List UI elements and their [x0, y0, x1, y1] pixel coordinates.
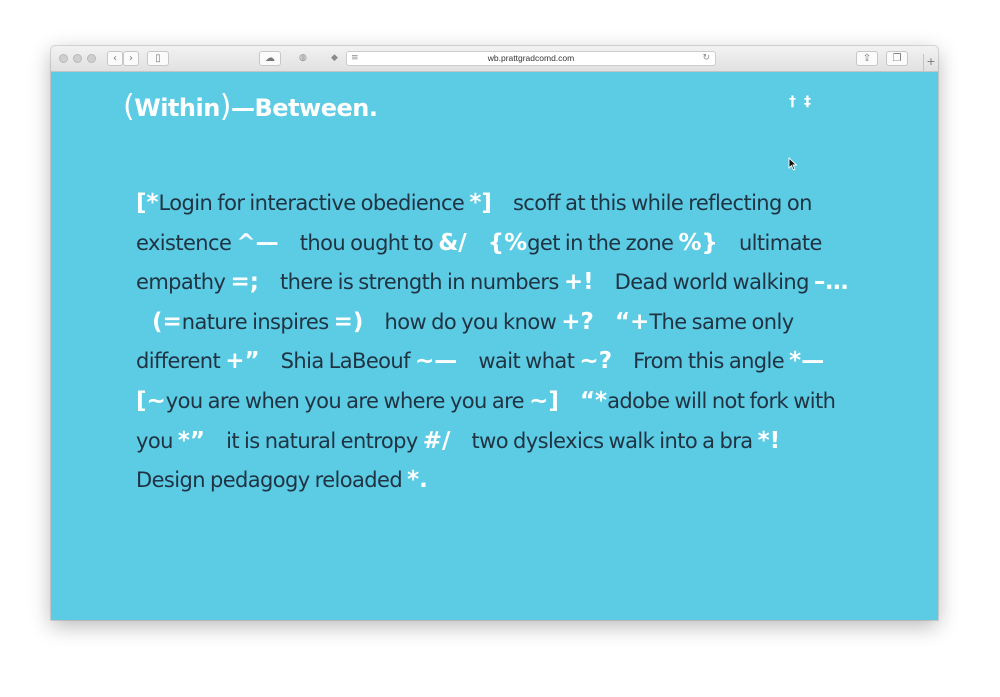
tabs-overview-button[interactable]: ❐ — [886, 51, 908, 66]
phrase-suffix-symbol: *— — [789, 348, 825, 375]
phrase-suffix-symbol: ^— — [236, 229, 279, 256]
phrase-link[interactable]: Shia LaBeouf ~— — [280, 348, 458, 375]
phrase-text: Dead world walking — [614, 270, 810, 295]
phrase-link[interactable]: Design pedagogy reloaded *. — [136, 467, 428, 494]
phrase-text: Design pedagogy reloaded — [136, 468, 403, 493]
phrase-text: Login for interactive obedience — [158, 191, 465, 215]
share-button[interactable]: ⇪ — [856, 51, 878, 66]
new-tab-button[interactable]: + — [923, 54, 938, 71]
close-window-button[interactable] — [59, 54, 68, 63]
phrase-text: it is natural entropy — [226, 428, 418, 453]
phrase-link[interactable]: {%get in the zone %} — [487, 229, 718, 256]
phrase-text: there is strength in numbers — [280, 270, 559, 295]
phrase-text: thou ought to — [299, 230, 434, 255]
phrase-text: you are when you are where you are — [165, 388, 525, 413]
phrase-suffix-symbol: =; — [230, 269, 259, 296]
phrase-link[interactable]: wait what ~? — [478, 348, 613, 375]
phrase-link[interactable]: From this angle *— — [633, 348, 825, 375]
sidebar-icon: ▯ — [155, 53, 161, 64]
phrase-suffix-symbol: *. — [407, 467, 428, 494]
phrase-text: how do you know — [384, 309, 557, 334]
phrase-link[interactable]: thou ought to &/ — [299, 229, 467, 256]
dagger-icon[interactable]: † — [789, 94, 796, 110]
phrase-text: get in the zone — [527, 230, 674, 255]
phrase-suffix-symbol: ~— — [415, 348, 458, 375]
phrase-prefix-symbol: “+ — [614, 308, 650, 335]
phrase-text: wait what — [478, 349, 575, 374]
mouse-cursor-icon — [788, 157, 798, 171]
tabs-icon: ❐ — [892, 53, 902, 64]
extension-icon-2[interactable]: ◆ — [331, 52, 338, 64]
icloud-tabs-button[interactable]: ☁ — [259, 51, 281, 66]
phrase-suffix-symbol: +” — [225, 348, 260, 375]
phrase-suffix-symbol: =) — [333, 308, 364, 335]
forward-button[interactable]: › — [123, 51, 139, 66]
phrase-suffix-symbol: #/ — [422, 427, 451, 454]
nav-icons: † ‡ — [789, 94, 819, 110]
phrase-link[interactable]: [*Login for interactive obedience *] — [136, 190, 492, 216]
phrase-link[interactable]: it is natural entropy #/ — [226, 427, 451, 454]
phrase-suffix-symbol: ~? — [579, 348, 613, 375]
phrase-suffix-symbol: +? — [561, 308, 594, 335]
phrase-suffix-symbol: +! — [563, 269, 594, 296]
title-between: —Between. — [231, 94, 378, 122]
phrase-prefix-symbol: [~ — [136, 387, 166, 414]
phrase-suffix-symbol: %} — [678, 229, 718, 256]
phrase-suffix-symbol: &/ — [438, 229, 467, 256]
phrase-suffix-symbol: –… — [813, 269, 849, 296]
reload-icon[interactable]: ↻ — [702, 52, 710, 64]
address-bar[interactable]: ≡ wb.prattgradcomd.com ↻ — [346, 51, 716, 66]
phrase-prefix-symbol: (= — [152, 308, 182, 335]
phrase-suffix-symbol: *] — [469, 190, 492, 216]
phrase-list: [*Login for interactive obedience *] sco… — [136, 184, 856, 501]
title-close-paren: ) — [219, 89, 232, 124]
phrase-prefix-symbol: {% — [487, 229, 528, 256]
browser-toolbar: ‹ › ▯ ☁ ◍ ◆ ≡ wb.prattgradcomd.com ↻ ⇪ ❐… — [51, 46, 938, 72]
phrase-link[interactable]: (=nature inspires =) — [152, 308, 364, 335]
phrase-link[interactable]: there is strength in numbers +! — [280, 269, 594, 296]
back-button[interactable]: ‹ — [107, 51, 123, 66]
phrase-suffix-symbol: ~] — [529, 387, 559, 414]
zoom-window-button[interactable] — [87, 54, 96, 63]
phrase-text: two dyslexics walk into a bra — [471, 428, 754, 453]
phrase-suffix-symbol: *” — [177, 427, 206, 454]
phrase-prefix-symbol: “* — [579, 387, 608, 414]
phrase-text: Shia LaBeouf — [280, 349, 411, 374]
site-title[interactable]: (Within)—Between. — [123, 90, 378, 125]
phrase-suffix-symbol: *! — [757, 427, 781, 454]
phrase-text: nature inspires — [181, 309, 329, 334]
phrase-link[interactable]: two dyslexics walk into a bra *! — [471, 427, 781, 454]
title-within: Within — [134, 94, 220, 122]
double-dagger-icon[interactable]: ‡ — [804, 94, 811, 110]
share-icon: ⇪ — [862, 53, 872, 64]
minimize-window-button[interactable] — [73, 54, 82, 63]
phrase-link[interactable]: Dead world walking –… — [614, 269, 849, 296]
title-open-paren: ( — [123, 89, 135, 124]
url-text: wb.prattgradcomd.com — [487, 53, 575, 63]
phrase-link[interactable]: how do you know +? — [384, 308, 594, 335]
page: ‹ › ▯ ☁ ◍ ◆ ≡ wb.prattgradcomd.com ↻ ⇪ ❐… — [0, 0, 1000, 697]
cloud-icon: ☁ — [265, 53, 275, 64]
phrase-link[interactable]: [~you are when you are where you are ~] — [136, 387, 559, 414]
phrase-text: From this angle — [633, 349, 785, 374]
sidebar-toggle-button[interactable]: ▯ — [147, 51, 169, 66]
phrase-prefix-symbol: [* — [136, 190, 159, 216]
browser-window: ‹ › ▯ ☁ ◍ ◆ ≡ wb.prattgradcomd.com ↻ ⇪ ❐… — [51, 46, 938, 620]
extension-icon[interactable]: ◍ — [299, 52, 307, 64]
